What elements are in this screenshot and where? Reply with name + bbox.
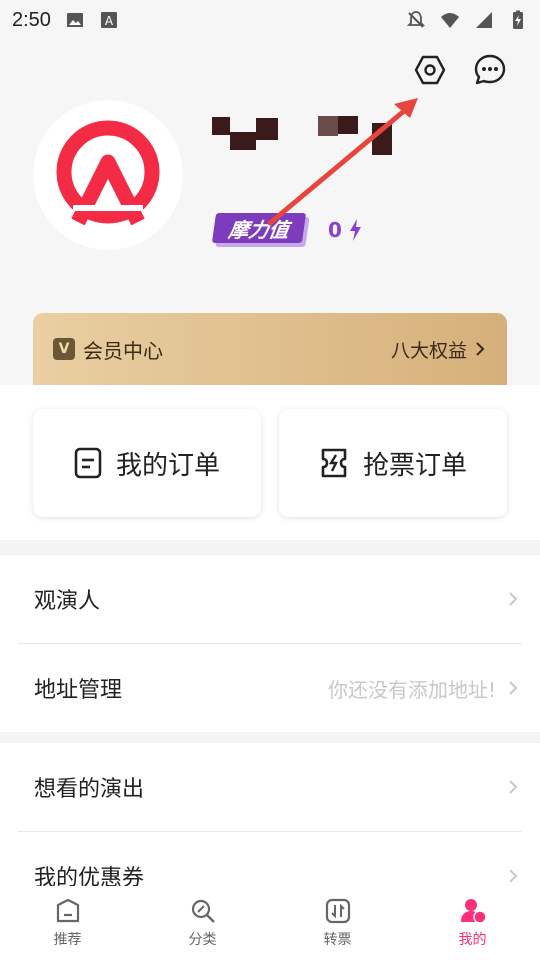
signal-icon — [476, 12, 492, 28]
points-value: 0 — [328, 218, 342, 242]
wifi-icon — [441, 13, 459, 28]
svg-text:A: A — [105, 14, 114, 28]
tab-label: 我的 — [458, 932, 487, 948]
bell-off-icon — [406, 11, 426, 28]
chevron-right-icon — [509, 681, 518, 695]
member-benefits-label: 八大权益 — [390, 339, 467, 362]
transfer-ticket-icon — [325, 898, 350, 924]
tab-category[interactable]: 分类 — [135, 886, 270, 960]
chevron-right-icon — [509, 592, 518, 606]
orders-section: 我的订单 抢票订单 — [0, 385, 540, 540]
my-orders-label: 我的订单 — [115, 450, 220, 481]
status-right — [406, 10, 528, 30]
vip-icon: V — [53, 338, 75, 360]
status-bar: 2:50 A — [0, 0, 540, 40]
status-left: 2:50 A — [12, 9, 119, 32]
order-list-icon — [74, 447, 102, 479]
list-item-label: 想看的演出 — [34, 777, 145, 802]
profile-icon — [460, 899, 487, 924]
member-center-banner[interactable]: V 会员中心 八大权益 — [33, 313, 507, 385]
tab-transfer[interactable]: 转票 — [270, 886, 405, 960]
grab-orders-button[interactable]: 抢票订单 — [279, 409, 507, 517]
section-people-address: 观演人 地址管理 你还没有添加地址! — [0, 555, 540, 732]
list-item-address[interactable]: 地址管理 你还没有添加地址! — [0, 644, 540, 732]
username-redacted — [212, 110, 392, 155]
battery-charging-icon — [513, 10, 523, 29]
points[interactable]: 0 — [328, 218, 362, 242]
settings-hex-icon[interactable] — [412, 52, 448, 88]
moli-badge[interactable]: 摩力值 — [211, 213, 307, 243]
bottom-tab-bar: 推荐 分类 转票 我的 — [0, 886, 540, 960]
message-dots-icon[interactable] — [472, 52, 508, 88]
text-a-icon: A — [100, 12, 117, 28]
list-item-wishlist[interactable]: 想看的演出 — [0, 743, 540, 831]
tab-recommend[interactable]: 推荐 — [0, 886, 135, 960]
list-item-label: 地址管理 — [34, 678, 123, 703]
status-time: 2:50 — [12, 8, 51, 31]
tab-label: 推荐 — [53, 932, 82, 948]
grab-orders-label: 抢票订单 — [362, 450, 467, 481]
tab-label: 转票 — [323, 932, 352, 948]
member-benefits-link[interactable]: 八大权益 — [391, 336, 485, 363]
list-item-audience[interactable]: 观演人 — [0, 555, 540, 643]
ticket-icon — [321, 448, 347, 478]
my-orders-button[interactable]: 我的订单 — [33, 409, 261, 517]
chevron-right-icon — [509, 780, 518, 794]
member-center-title: 会员中心 — [83, 338, 163, 363]
address-hint: 你还没有添加地址! — [327, 677, 496, 702]
image-icon — [66, 13, 83, 27]
chevron-right-icon — [509, 869, 518, 883]
tab-mine[interactable]: 我的 — [405, 886, 540, 960]
chevron-right-icon — [476, 342, 485, 356]
home-icon — [56, 898, 79, 923]
list-item-label: 观演人 — [34, 589, 101, 614]
avatar-logo — [56, 120, 160, 226]
tab-label: 分类 — [188, 932, 217, 948]
main-content: 我的订单 抢票订单 观演人 地址管理 你还没有添加地址! 想看的演出 我的优惠券 — [0, 385, 540, 960]
search-category-icon — [191, 899, 215, 923]
lightning-icon — [349, 219, 361, 241]
